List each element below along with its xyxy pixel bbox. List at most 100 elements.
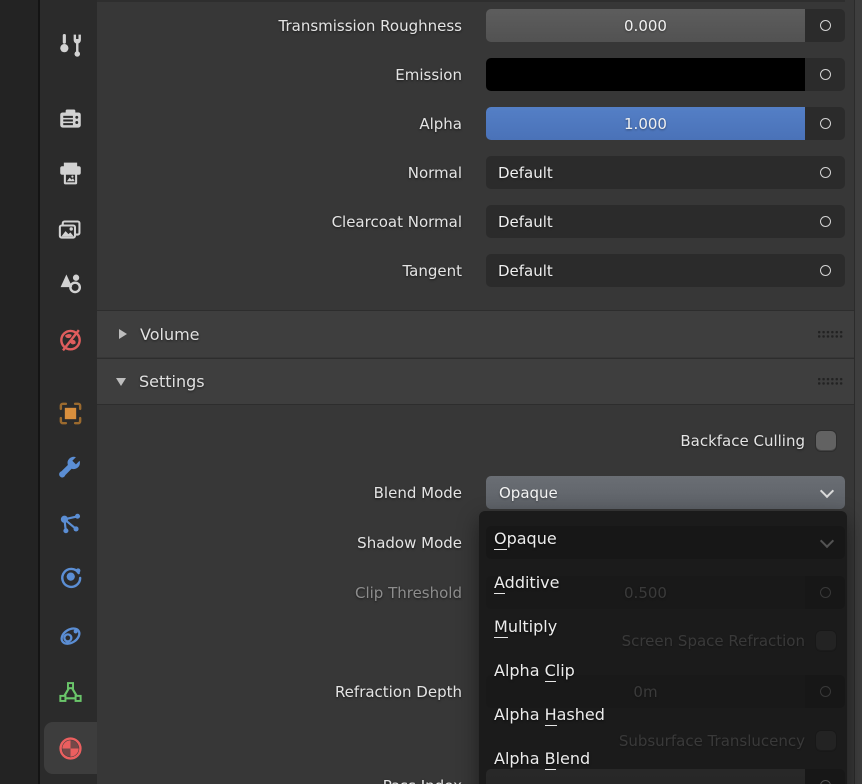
particles-icon — [56, 509, 85, 538]
tangent-dropdown[interactable]: Default — [486, 254, 805, 287]
menu-item-alpha-blend[interactable]: Alpha Blend — [479, 736, 847, 780]
chevron-down-icon — [820, 483, 834, 497]
property-label: Tangent — [97, 262, 462, 280]
alpha-slider[interactable]: 1.000 — [486, 107, 805, 140]
property-label: Alpha — [97, 115, 462, 133]
tab-view-layer[interactable] — [44, 202, 97, 254]
menu-item-alpha-hashed[interactable]: Alpha Hashed — [479, 692, 847, 736]
tab-object[interactable] — [44, 387, 97, 439]
tab-modifiers[interactable] — [44, 442, 97, 494]
normal-row: Normal Default — [97, 156, 845, 189]
property-label: Clearcoat Normal — [97, 213, 462, 231]
checkbox-label: Backface Culling — [97, 432, 805, 450]
decorator-button[interactable] — [805, 254, 845, 287]
menu-item-label: Multiply — [494, 617, 557, 636]
tab-render[interactable] — [44, 92, 97, 144]
menu-item-additive[interactable]: Additive — [479, 560, 847, 604]
panel-drag-grip-icon[interactable] — [817, 377, 843, 386]
decorator-dot-icon — [820, 20, 831, 31]
emission-row: Emission — [97, 58, 845, 91]
blend-mode-menu: Opaque Additive Multiply Alpha Clip Alph… — [479, 511, 847, 784]
clearcoat-normal-dropdown[interactable]: Default — [486, 205, 805, 238]
decorator-button[interactable] — [805, 58, 845, 91]
panel-header-settings[interactable]: Settings — [97, 358, 855, 405]
normal-field: Default — [486, 156, 845, 189]
decorator-dot-icon — [820, 216, 831, 227]
object-data-mesh-icon — [56, 678, 85, 707]
adjacent-editor-edge — [0, 0, 38, 784]
output-printer-icon — [56, 159, 85, 188]
collapse-arrow-down-icon — [116, 378, 126, 386]
tab-output[interactable] — [44, 147, 97, 199]
menu-item-label: Alpha Clip — [494, 661, 575, 680]
decorator-button[interactable] — [805, 9, 845, 42]
world-globe-icon — [56, 325, 85, 354]
dropdown-value: Default — [498, 164, 553, 182]
tool-icon — [56, 31, 85, 60]
transmission-roughness-field: 0.000 — [486, 9, 845, 42]
blend-mode-dropdown[interactable]: Opaque — [486, 476, 845, 509]
blend-mode-row: Blend Mode Opaque — [97, 476, 845, 509]
panel-separator — [97, 0, 845, 2]
emission-color-swatch[interactable] — [486, 58, 805, 91]
decorator-dot-icon — [820, 69, 831, 80]
property-label: Transmission Roughness — [97, 17, 462, 35]
scrollbar[interactable] — [854, 0, 862, 784]
decorator-dot-icon — [820, 265, 831, 276]
render-camera-icon — [56, 104, 85, 133]
alpha-row: Alpha 1.000 — [97, 107, 845, 140]
backface-culling-checkbox[interactable] — [816, 431, 836, 451]
property-label: Normal — [97, 164, 462, 182]
normal-dropdown[interactable]: Default — [486, 156, 805, 189]
blender-properties-editor: Transmission Roughness 0.000 Emission Al… — [0, 0, 862, 784]
modifier-wrench-icon — [56, 454, 85, 483]
tab-constraints[interactable] — [44, 609, 97, 661]
menu-item-label: Opaque — [494, 529, 557, 548]
collapse-arrow-right-icon — [119, 329, 127, 339]
tab-world[interactable] — [44, 313, 97, 365]
panel-title: Settings — [139, 372, 205, 391]
panel-title: Volume — [140, 325, 200, 344]
transmission-roughness-row: Transmission Roughness 0.000 — [97, 9, 845, 42]
clearcoat-normal-row: Clearcoat Normal Default — [97, 205, 845, 238]
material-sphere-icon — [56, 734, 85, 763]
alpha-field: 1.000 — [486, 107, 845, 140]
menu-item-opaque[interactable]: Opaque — [479, 516, 847, 560]
property-label: Refraction Depth — [97, 683, 462, 701]
menu-item-alpha-clip[interactable]: Alpha Clip — [479, 648, 847, 692]
dropdown-value: Opaque — [499, 484, 558, 502]
property-label: Pass Index — [97, 777, 462, 784]
decorator-dot-icon — [820, 118, 831, 129]
tab-physics[interactable] — [44, 551, 97, 603]
object-icon — [56, 399, 85, 428]
dropdown-value: Default — [498, 213, 553, 231]
tangent-field: Default — [486, 254, 845, 287]
decorator-button[interactable] — [805, 107, 845, 140]
menu-item-label: Alpha Hashed — [494, 705, 605, 724]
transmission-roughness-slider[interactable]: 0.000 — [486, 9, 805, 42]
property-label: Blend Mode — [97, 484, 462, 502]
slider-value: 0.000 — [624, 17, 667, 35]
slider-value: 1.000 — [624, 115, 667, 133]
tab-material[interactable] — [44, 722, 97, 774]
menu-item-label: Additive — [494, 573, 559, 592]
constraints-icon — [56, 621, 85, 650]
menu-item-multiply[interactable]: Multiply — [479, 604, 847, 648]
property-label: Shadow Mode — [97, 534, 462, 552]
panel-drag-grip-icon[interactable] — [817, 330, 843, 339]
tab-tool[interactable] — [44, 19, 97, 71]
emission-field — [486, 58, 845, 91]
menu-item-label: Alpha Blend — [494, 749, 590, 768]
clearcoat-normal-field: Default — [486, 205, 845, 238]
tab-object-data[interactable] — [44, 666, 97, 718]
decorator-button[interactable] — [805, 205, 845, 238]
property-label: Clip Threshold — [97, 584, 462, 602]
property-label: Emission — [97, 66, 462, 84]
tab-particles[interactable] — [44, 497, 97, 549]
decorator-button[interactable] — [805, 156, 845, 189]
tab-scene[interactable] — [44, 257, 97, 309]
panel-header-volume[interactable]: Volume — [97, 310, 855, 357]
backface-culling-row: Backface Culling — [97, 431, 836, 451]
decorator-dot-icon — [820, 167, 831, 178]
properties-tab-bar — [40, 0, 97, 784]
